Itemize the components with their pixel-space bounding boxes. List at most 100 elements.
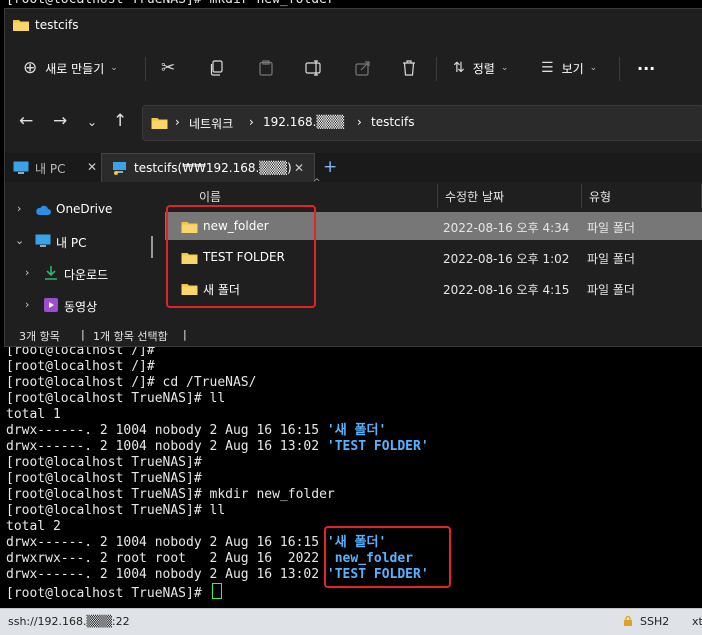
file-explorer-window: testcifs ⊕ 새로 만들기 ⌄ ✂ ⇅ 정렬 ⌄ ☰ 보기 ⌄ ··· … bbox=[4, 8, 702, 347]
close-icon[interactable]: ✕ bbox=[294, 161, 304, 175]
breadcrumb-share[interactable]: testcifs bbox=[371, 115, 414, 129]
window-title: testcifs bbox=[35, 18, 79, 32]
chevron-down-icon: ⌄ bbox=[15, 234, 25, 247]
terminal-line-text: drwxrwx---. 2 root root 2 Aug 16 2022 bbox=[6, 551, 327, 566]
recent-locations-chevron-icon[interactable]: ⌄ bbox=[87, 115, 97, 129]
breadcrumb-separator: › bbox=[357, 115, 362, 129]
cloud-icon bbox=[36, 205, 51, 215]
terminal-line: [root@localhost TrueNAS]# bbox=[6, 471, 202, 487]
nav-item-my-pc[interactable]: ⌄ 내 PC bbox=[5, 228, 155, 254]
terminal-line: total 2 bbox=[6, 519, 61, 535]
protocol-label: SSH2 bbox=[640, 615, 670, 628]
directory-name: '새 폴더' bbox=[326, 535, 387, 550]
nav-item-label: OneDrive bbox=[56, 202, 113, 216]
sort-button[interactable]: ⇅ 정렬 ⌄ bbox=[453, 56, 508, 80]
folder-icon bbox=[151, 118, 168, 129]
up-arrow-icon[interactable]: ↑ bbox=[113, 111, 127, 131]
terminal-line: [root@localhost TrueNAS]# bbox=[6, 583, 222, 602]
column-divider bbox=[437, 184, 438, 208]
file-list: ^ 이름 수정한 날짜 유형 new_folder 2022-08-16 오후 … bbox=[165, 178, 702, 322]
command-bar: ⊕ 새로 만들기 ⌄ ✂ ⇅ 정렬 ⌄ ☰ 보기 ⌄ ··· bbox=[5, 43, 702, 94]
terminal-line-text: total 1 bbox=[6, 407, 61, 422]
nav-item-downloads[interactable]: › 다운로드 bbox=[5, 260, 155, 286]
view-button-label: 보기 bbox=[561, 61, 584, 76]
share-icon bbox=[355, 61, 370, 76]
scissors-icon: ✂ bbox=[161, 58, 176, 78]
tab-label: testcifs(₩₩192.168.▒▒▒) bbox=[134, 161, 292, 175]
lock-icon bbox=[622, 615, 634, 630]
directory-name: '새 폴더' bbox=[326, 423, 387, 438]
rename-button[interactable] bbox=[305, 56, 323, 80]
terminal-line-text: drwx------. 2 1004 nobody 2 Aug 16 16:15 bbox=[6, 423, 327, 438]
new-tab-plus-icon[interactable]: + bbox=[323, 157, 337, 177]
sort-caret-icon: ^ bbox=[313, 178, 321, 188]
nav-item-videos[interactable]: › 동영상 bbox=[5, 292, 155, 318]
trash-icon bbox=[403, 60, 415, 76]
terminal-line: drwx------. 2 1004 nobody 2 Aug 16 16:15… bbox=[6, 535, 386, 551]
terminal-line: drwxrwx---. 2 root root 2 Aug 16 2022 ne… bbox=[6, 551, 413, 567]
monitor-icon bbox=[13, 161, 29, 174]
paste-button[interactable] bbox=[259, 56, 273, 80]
terminal-line: [root@localhost /]# cd /TrueNAS/ bbox=[6, 375, 256, 391]
more-options-button[interactable]: ··· bbox=[637, 56, 655, 80]
copy-button[interactable] bbox=[210, 56, 224, 80]
chevron-right-icon: › bbox=[25, 298, 30, 311]
status-extra: xt bbox=[692, 615, 702, 628]
terminal-line: drwx------. 2 1004 nobody 2 Aug 16 13:02… bbox=[6, 439, 429, 455]
sort-button-label: 정렬 bbox=[472, 61, 495, 76]
video-icon bbox=[44, 298, 58, 312]
terminal-cursor bbox=[211, 583, 222, 599]
cut-button[interactable]: ✂ bbox=[161, 56, 175, 80]
close-icon[interactable]: ✕ bbox=[87, 160, 97, 174]
directory-name: 'TEST FOLDER' bbox=[326, 567, 429, 582]
tab-my-pc[interactable]: 내 PC ✕ bbox=[7, 153, 99, 182]
file-type: 파일 폴더 bbox=[587, 283, 635, 297]
terminal-line: [root@localhost TrueNAS]# ll bbox=[6, 503, 225, 519]
file-row-new-folder[interactable]: new_folder 2022-08-16 오후 4:34 파일 폴더 bbox=[165, 212, 702, 240]
view-button[interactable]: ☰ 보기 ⌄ bbox=[541, 56, 597, 80]
monitor-icon bbox=[35, 234, 51, 247]
address-bar-row: ← → ⌄ ↑ › 네트워크 › 192.168.▒▒▒ › testcifs bbox=[5, 93, 702, 153]
breadcrumb-separator: › bbox=[249, 115, 254, 129]
nav-scrollbar[interactable] bbox=[151, 236, 153, 258]
terminal-line: drwx------. 2 1004 nobody 2 Aug 16 16:15… bbox=[6, 423, 386, 439]
file-name: 새 폴더 bbox=[203, 283, 240, 297]
breadcrumb-separator: › bbox=[175, 115, 180, 129]
new-button[interactable]: ⊕ 새로 만들기 ⌄ bbox=[23, 56, 118, 80]
download-icon bbox=[45, 266, 57, 280]
file-type: 파일 폴더 bbox=[587, 221, 635, 235]
terminal-line-text: total 2 bbox=[6, 519, 61, 534]
nav-item-onedrive[interactable]: › OneDrive bbox=[5, 196, 155, 222]
folder-icon bbox=[13, 20, 29, 31]
breadcrumb-ip[interactable]: 192.168.▒▒▒ bbox=[263, 115, 344, 129]
explorer-status-bar: 3개 항목 | 1개 항목 선택함 | bbox=[5, 322, 702, 346]
view-list-icon: ☰ bbox=[541, 60, 554, 76]
terminal-top-line: [root@localhost TrueNAS]# mkdir new_fold… bbox=[6, 0, 335, 8]
directory-name: new_folder bbox=[326, 551, 413, 566]
tab-testcifs[interactable]: testcifs(₩₩192.168.▒▒▒) ✕ bbox=[101, 153, 315, 182]
back-arrow-icon[interactable]: ← bbox=[19, 111, 33, 131]
toolbar-divider bbox=[145, 57, 146, 81]
nav-item-label: 동영상 bbox=[64, 300, 98, 314]
rename-icon bbox=[305, 60, 321, 76]
terminal-line: [root@localhost TrueNAS]# ll bbox=[6, 391, 225, 407]
file-row-test-folder[interactable]: TEST FOLDER 2022-08-16 오후 1:02 파일 폴더 bbox=[165, 243, 702, 271]
copy-icon bbox=[210, 60, 223, 76]
file-name: new_folder bbox=[203, 219, 269, 233]
tab-label: 내 PC bbox=[35, 162, 66, 176]
terminal-line: total 1 bbox=[6, 407, 61, 423]
file-date: 2022-08-16 오후 1:02 bbox=[443, 252, 570, 266]
chevron-down-icon: ⌄ bbox=[500, 63, 509, 73]
file-row-new-folder-korean[interactable]: 새 폴더 2022-08-16 오후 4:15 파일 폴더 bbox=[165, 274, 702, 302]
folder-icon bbox=[181, 222, 198, 233]
network-folder-icon bbox=[113, 162, 126, 175]
terminal-line: [root@localhost TrueNAS]# mkdir new_fold… bbox=[6, 487, 335, 503]
chevron-down-icon: ⌄ bbox=[110, 63, 118, 73]
address-bar[interactable]: › 네트워크 › 192.168.▒▒▒ › testcifs bbox=[142, 105, 702, 141]
breadcrumb-network[interactable]: 네트워크 bbox=[189, 115, 233, 132]
share-button[interactable] bbox=[355, 56, 371, 80]
item-count: 3개 항목 bbox=[19, 330, 60, 343]
forward-arrow-icon[interactable]: → bbox=[53, 111, 67, 131]
terminal-line-text: [root@localhost /]# cd /TrueNAS/ bbox=[6, 375, 257, 390]
delete-button[interactable] bbox=[402, 56, 416, 80]
